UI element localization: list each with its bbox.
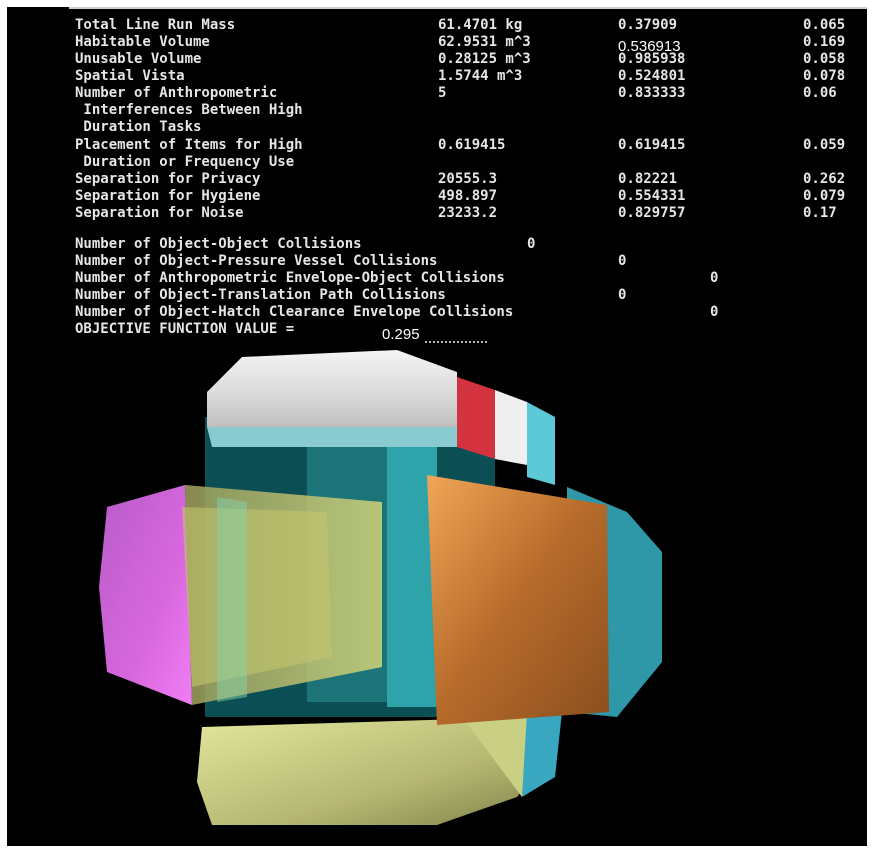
left-module-inner [182,507,332,687]
top-module-white-band [495,390,527,465]
top-module-underside [207,427,457,447]
left-module-band [217,497,247,702]
left-module [99,485,192,705]
right-module [427,475,609,725]
console-window: Total Line Run Mass 61.4701 kg 0.37909 0… [7,7,867,846]
top-module-cyan-band [527,402,555,485]
top-module [207,350,457,427]
core-panel [387,427,437,707]
top-module-red-band [457,377,495,459]
habitat-3d-render[interactable] [7,7,867,846]
bottom-module-cyan [522,712,562,797]
